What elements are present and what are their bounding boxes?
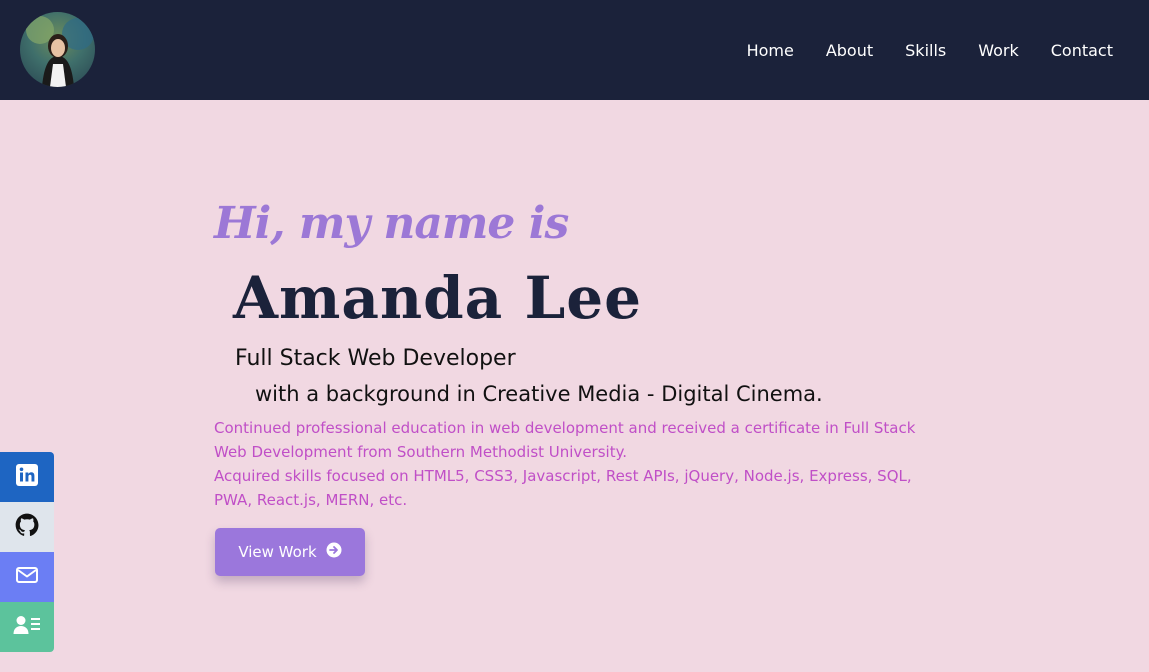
nav-about-link[interactable]: About bbox=[826, 41, 873, 60]
hero-name: Amanda Lee bbox=[233, 264, 643, 332]
profile-avatar[interactable] bbox=[20, 12, 95, 87]
email-link[interactable] bbox=[0, 552, 54, 602]
hero-greeting: Hi, my name is bbox=[214, 198, 569, 249]
github-link[interactable] bbox=[0, 502, 54, 552]
email-icon bbox=[15, 565, 39, 589]
nav-work-link[interactable]: Work bbox=[978, 41, 1019, 60]
arrow-circle-right-icon bbox=[326, 542, 342, 562]
nav-home-link[interactable]: Home bbox=[747, 41, 794, 60]
view-work-button[interactable]: View Work bbox=[215, 528, 365, 576]
nav-contact-link[interactable]: Contact bbox=[1051, 41, 1113, 60]
nav-links: Home About Skills Work Contact bbox=[747, 0, 1113, 100]
hero-background: with a background in Creative Media - Di… bbox=[255, 382, 823, 406]
view-work-label: View Work bbox=[238, 543, 317, 561]
resume-icon bbox=[13, 614, 41, 640]
navbar: Home About Skills Work Contact bbox=[0, 0, 1149, 100]
description-skills: Acquired skills focused on HTML5, CSS3, … bbox=[214, 467, 912, 509]
github-icon bbox=[14, 512, 40, 542]
social-sidebar bbox=[0, 452, 54, 652]
hero-description: Continued professional education in web … bbox=[214, 416, 934, 512]
resume-link[interactable] bbox=[0, 602, 54, 652]
description-education: Continued professional education in web … bbox=[214, 419, 916, 461]
linkedin-link[interactable] bbox=[0, 452, 54, 502]
linkedin-icon bbox=[15, 463, 39, 491]
nav-skills-link[interactable]: Skills bbox=[905, 41, 946, 60]
hero-role: Full Stack Web Developer bbox=[235, 346, 516, 371]
